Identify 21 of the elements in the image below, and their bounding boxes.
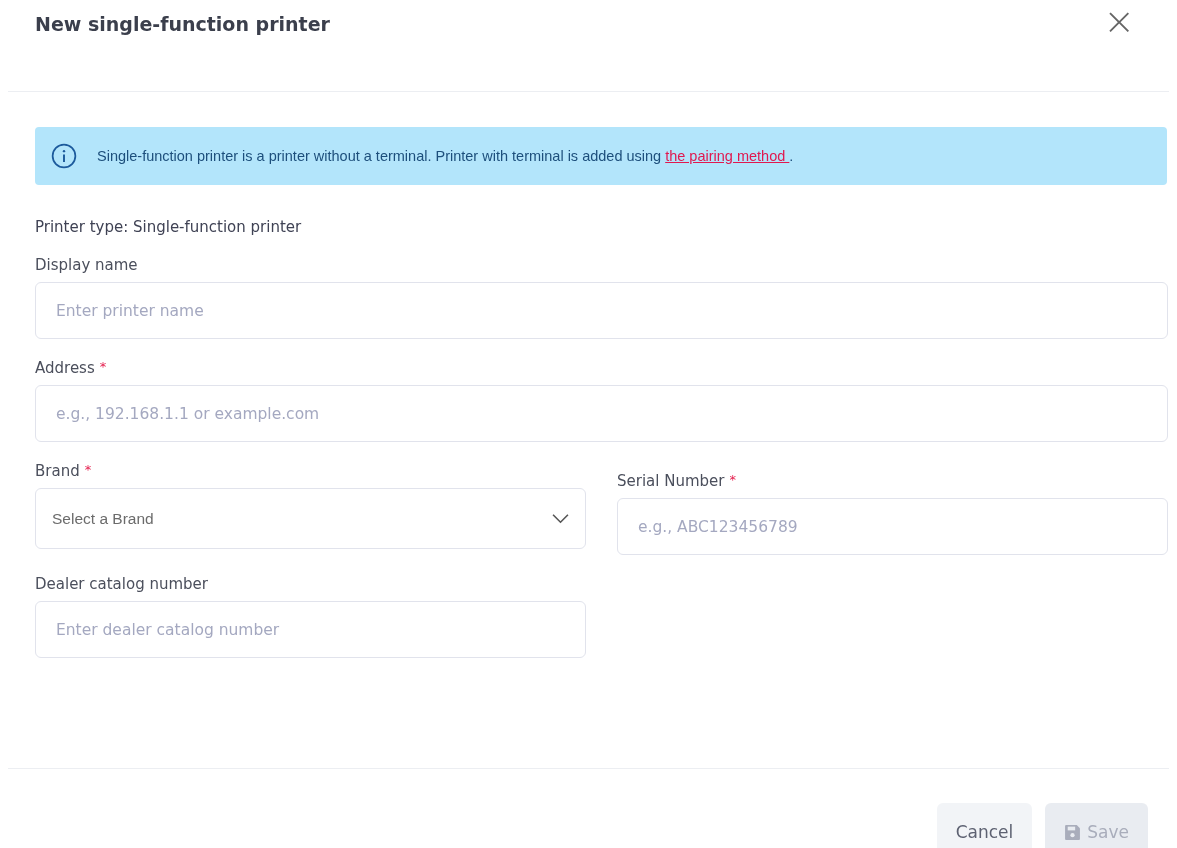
info-message: Single-function printer is a printer without a terminal. Printer with terminal is added using the pairing method . <box>97 148 794 164</box>
field-label: Serial Number <box>617 472 725 490</box>
input-field[interactable]: Enter dealer catalog number <box>35 601 586 658</box>
input-field[interactable]: Enter printer name <box>35 282 1168 339</box>
brand-select[interactable]: Select a Brand <box>35 488 586 549</box>
field-label: Address <box>35 359 95 377</box>
field-label: Dealer catalog number <box>35 575 208 593</box>
input-field[interactable]: e.g., 192.168.1.1 or example.com <box>35 385 1168 442</box>
dialog-title: New single-function printer <box>35 13 330 35</box>
field-label: Brand <box>35 462 80 480</box>
pairing-method-link[interactable]: the pairing method <box>665 148 790 164</box>
field-label: Display name <box>35 256 138 274</box>
chevron-down-icon <box>552 513 569 524</box>
cancel-button[interactable]: Cancel <box>936 803 1033 848</box>
printer-type-text: Printer type: Single-function printer <box>35 218 303 236</box>
close-button[interactable]: × <box>1103 2 1135 40</box>
info-icon <box>51 143 77 169</box>
required-mark: * <box>99 359 107 376</box>
required-mark: * <box>729 472 736 489</box>
required-mark: * <box>84 462 92 479</box>
input-field[interactable]: e.g., ABC123456789 <box>617 498 1168 555</box>
